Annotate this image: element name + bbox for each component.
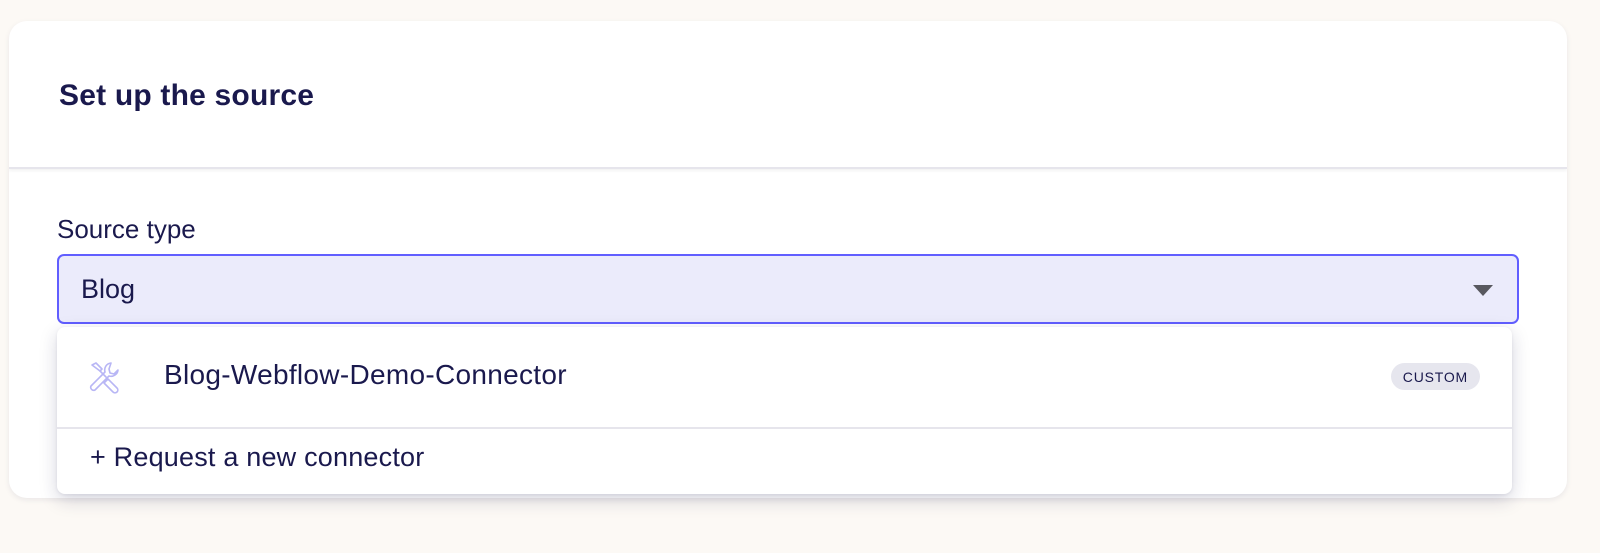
page-title: Set up the source <box>59 79 315 112</box>
card-header: Set up the source <box>9 21 1567 169</box>
custom-badge: CUSTOM <box>1390 363 1480 390</box>
chevron-down-icon[interactable] <box>1473 285 1493 296</box>
source-type-dropdown-menu: Blog-Webflow-Demo-Connector CUSTOM + Req… <box>57 327 1512 494</box>
source-type-select[interactable]: Blog <box>57 254 1519 324</box>
wrench-screwdriver-icon <box>87 359 125 397</box>
dropdown-option-blog-webflow-demo-connector[interactable]: Blog-Webflow-Demo-Connector CUSTOM <box>57 327 1512 427</box>
source-type-selected-value: Blog <box>81 273 136 304</box>
request-new-connector-link[interactable]: + Request a new connector <box>90 442 424 473</box>
dropdown-option-label: Blog-Webflow-Demo-Connector <box>164 359 567 390</box>
dropdown-divider <box>57 427 1512 429</box>
source-type-label: Source type <box>57 214 196 244</box>
